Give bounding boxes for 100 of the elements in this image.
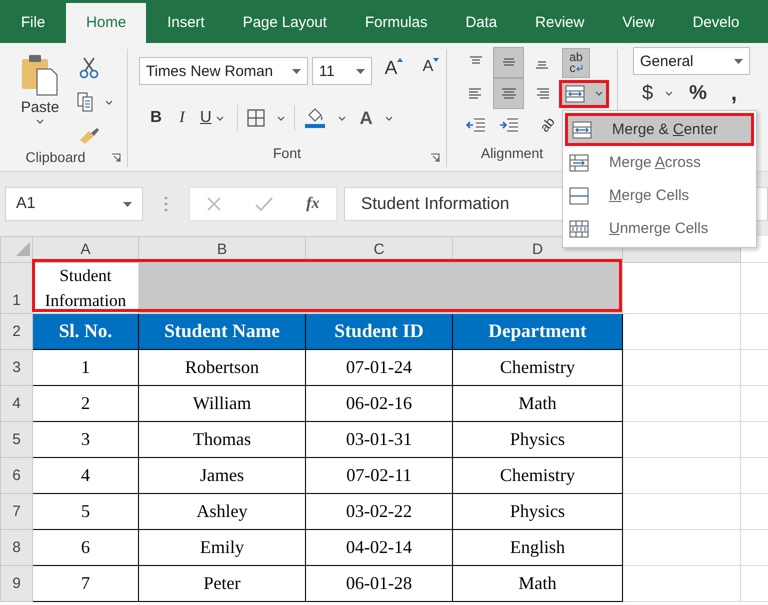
borders-icon [246, 109, 265, 127]
ribbon-tab[interactable]: Page Layout [226, 3, 344, 43]
name-box[interactable]: A1 [5, 187, 143, 221]
table-cell: 6 [32, 530, 138, 566]
row-header[interactable]: 4 [0, 386, 32, 422]
unmerge-cells-icon [569, 220, 589, 238]
ribbon-tab[interactable]: Home [66, 3, 146, 43]
comma-style-button[interactable]: , [722, 79, 738, 107]
table-cell: 3 [32, 422, 138, 458]
dropdown-arrow-icon [356, 68, 365, 74]
percent-button[interactable]: % [688, 80, 708, 106]
ribbon-tab[interactable]: File [4, 3, 62, 43]
increase-indent-icon [498, 118, 518, 132]
chevron-icon [276, 116, 285, 120]
align-left-icon [468, 86, 484, 101]
merge-center-button[interactable] [559, 80, 609, 108]
currency-button[interactable]: $ [641, 80, 674, 106]
font-name-dropdown[interactable]: Times New Roman [139, 57, 308, 85]
row-header[interactable]: 8 [0, 530, 32, 566]
table-cell: Math [452, 566, 622, 602]
table-cell: William [138, 386, 306, 422]
group-label: Alignment [480, 145, 544, 163]
dialog-launcher-icon[interactable] [430, 153, 440, 163]
table-cell: English [452, 530, 622, 566]
enter-check-icon[interactable] [255, 196, 274, 212]
table-cell: Physics [452, 422, 622, 458]
paste-button[interactable]: Paste [14, 53, 66, 139]
table-cell: Robertson [138, 350, 306, 386]
dropdown-arrow-icon [123, 202, 132, 206]
table-cell: Math [452, 386, 622, 422]
dropdown-arrow-icon [292, 68, 301, 74]
chevron-icon [665, 90, 674, 96]
shrink-font-button[interactable]: A [416, 57, 446, 85]
merge-across-icon [569, 154, 589, 172]
chevron-icon [338, 116, 346, 120]
ribbon-tab[interactable]: Insert [150, 3, 222, 43]
group-label: Font [272, 145, 301, 163]
italic-button[interactable]: I [169, 105, 195, 131]
orientation-button[interactable]: ab [539, 110, 556, 138]
merge-center-icon [572, 120, 592, 138]
table-cell: 03-02-22 [306, 494, 452, 530]
chevron-icon [384, 116, 393, 120]
number-format-dropdown[interactable]: General [633, 47, 750, 75]
chevron-icon [595, 91, 603, 96]
row-header[interactable]: 1 [0, 262, 32, 314]
table-cell: Emily [138, 530, 306, 566]
row-header[interactable]: 7 [0, 494, 32, 530]
table-cell: 03-01-31 [306, 422, 452, 458]
table-cell: James [138, 458, 306, 494]
ribbon-tab[interactable]: Formulas [348, 3, 444, 43]
group-label: Clipboard [26, 149, 86, 167]
dialog-launcher-icon[interactable] [111, 153, 121, 163]
ribbon-tab[interactable]: Develo [676, 3, 756, 43]
column-heading: Sl. No. [32, 314, 138, 350]
table-cell: Student Information [32, 262, 138, 314]
row-header[interactable]: 3 [0, 350, 32, 386]
drag-handle-icon[interactable] [164, 196, 168, 212]
chevron-icon [36, 119, 44, 124]
chevron-icon [105, 100, 113, 104]
table-cell: 2 [32, 386, 138, 422]
column-heading: Student Name [138, 314, 306, 350]
dropdown-arrow-icon [734, 58, 743, 64]
menu-item[interactable]: Merge & Center [565, 113, 754, 146]
table-cell: 5 [32, 494, 138, 530]
table-cell: Ashley [138, 494, 306, 530]
font-color-button[interactable]: A [358, 105, 394, 131]
table-cell: Chemistry [452, 350, 622, 386]
align-center-button[interactable] [493, 78, 524, 109]
align-center-icon [500, 86, 516, 101]
underline-button[interactable]: U [195, 105, 229, 131]
insert-function-button[interactable]: fx [306, 195, 320, 213]
scissors-icon [79, 57, 99, 79]
decrease-indent-icon [466, 118, 486, 132]
ribbon-tab[interactable]: Review [518, 3, 602, 43]
row-header[interactable]: 5 [0, 422, 32, 458]
table-cell: 1 [32, 350, 138, 386]
ribbon-tab[interactable]: View [605, 3, 672, 43]
row-header[interactable]: 9 [0, 566, 32, 602]
table-cell: 7 [32, 566, 138, 602]
table-cell: 04-02-14 [306, 530, 452, 566]
menu-item[interactable]: Merge Across [565, 146, 754, 179]
table-cell: 4 [32, 458, 138, 494]
wrap-text-button[interactable]: ab c [562, 48, 590, 78]
align-middle-button[interactable] [493, 47, 524, 78]
font-size-dropdown[interactable]: 11 [312, 57, 372, 85]
paintbrush-icon [78, 127, 100, 145]
paint-bucket-icon [304, 107, 326, 129]
caret-down-icon [433, 58, 440, 62]
row-header[interactable]: 6 [0, 458, 32, 494]
grow-font-button[interactable]: A [376, 57, 412, 85]
return-arrow-icon [576, 64, 582, 72]
ribbon-tab[interactable]: Data [448, 3, 514, 43]
bold-button[interactable]: B [143, 105, 169, 131]
column-heading: Department [452, 314, 622, 350]
table-cell: 07-01-24 [306, 350, 452, 386]
table-cell: 07-02-11 [306, 458, 452, 494]
chevron-icon [216, 116, 224, 120]
caret-up-icon [397, 58, 404, 62]
row-header[interactable]: 2 [0, 314, 32, 350]
merge-center-icon [565, 84, 585, 102]
